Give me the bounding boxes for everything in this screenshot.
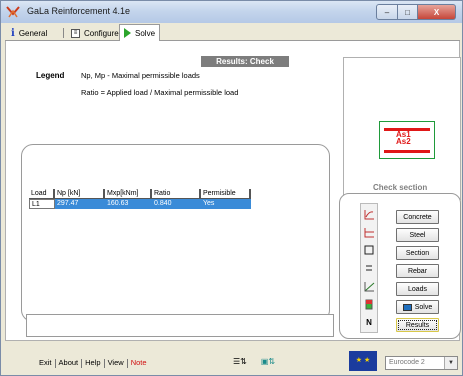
results-header: Results: Check section — [201, 56, 289, 77]
cell-permissible[interactable]: Yes — [201, 199, 251, 209]
legend-line-loads: Np, Mp - Maximal permissible loads — [81, 71, 200, 80]
design-code-value: Eurocode 2 — [389, 359, 425, 366]
title-bar[interactable]: GaLa Reinforcement 4.1e – □ X — [1, 1, 462, 23]
view-link[interactable]: View — [105, 358, 127, 368]
section-icon — [363, 244, 375, 256]
close-button[interactable]: X — [418, 4, 456, 20]
cell-np[interactable]: 297.47 — [55, 199, 105, 209]
chevron-down-icon[interactable]: ▼ — [444, 357, 457, 369]
window-title: GaLa Reinforcement 4.1e — [27, 6, 131, 16]
bottom-bar: Exit About Help View Note ☰⇅ ▣⇅ ★ ★ Euro… — [1, 343, 462, 376]
app-logo-icon — [6, 6, 20, 18]
results-table-panel: Load Np [kN] Mxp[kNm] Ratio Permisible L… — [21, 144, 330, 322]
section-preview: As1 As2 — [343, 57, 461, 200]
info-icon: i — [11, 28, 15, 39]
rebar-icon — [363, 262, 375, 274]
check-section-title: Check section — [373, 183, 428, 192]
design-code-select[interactable]: Eurocode 2 ▼ — [385, 356, 458, 370]
loads-button[interactable]: Loads — [396, 282, 439, 296]
rebar-button[interactable]: Rebar — [396, 264, 439, 278]
column-header-np[interactable]: Np [kN] — [55, 189, 105, 199]
cross-section-outline: As1 As2 — [379, 121, 435, 159]
maximize-button[interactable]: □ — [398, 4, 418, 20]
tab-general[interactable]: i General — [7, 26, 51, 41]
concrete-button[interactable]: Concrete — [396, 210, 439, 224]
list-view-icon[interactable]: ☰⇅ — [233, 357, 247, 366]
results-button[interactable]: Results — [396, 318, 439, 332]
exit-link[interactable]: Exit — [36, 358, 55, 368]
column-header-ratio[interactable]: Ratio — [152, 189, 201, 199]
help-link[interactable]: Help — [82, 358, 103, 368]
steel-icon — [363, 226, 375, 238]
column-header-load[interactable]: Load — [29, 189, 55, 199]
section-button[interactable]: Section — [396, 246, 439, 260]
status-box — [26, 314, 334, 337]
column-header-mxp[interactable]: Mxp[kNm] — [105, 189, 152, 199]
tab-solve[interactable]: Solve — [119, 24, 161, 41]
about-link[interactable]: About — [56, 358, 82, 368]
eu-flag-icon: ★ ★ — [349, 351, 377, 371]
solve-button[interactable]: Solve — [396, 300, 439, 314]
tab-solve-label: Solve — [135, 28, 156, 38]
display-mode-icon[interactable]: ▣⇅ — [261, 357, 275, 366]
cell-load[interactable]: L1 — [29, 199, 55, 209]
window-controls: – □ X — [376, 4, 456, 20]
icon-strip: N — [360, 203, 378, 333]
tab-configure[interactable]: ≡ Configure — [67, 26, 123, 41]
cell-mxp[interactable]: 160.63 — [105, 199, 152, 209]
check-section-panel: N Concrete Steel Section Rebar Loads Sol… — [339, 193, 461, 339]
play-icon — [124, 28, 131, 38]
table-header-row: Load Np [kN] Mxp[kNm] Ratio Permisible — [29, 189, 251, 199]
loads-icon — [363, 280, 375, 292]
status-icons: ☰⇅ ▣⇅ — [233, 357, 275, 366]
bottom-rebar-line — [384, 150, 430, 153]
steel-button[interactable]: Steel — [396, 228, 439, 242]
solve-button-label: Solve — [414, 303, 433, 311]
cell-ratio[interactable]: 0.840 — [152, 199, 201, 209]
table-row[interactable]: L1 297.47 160.63 0.840 Yes — [29, 199, 251, 209]
solve-icon — [363, 298, 375, 310]
tab-configure-label: Configure — [84, 29, 119, 38]
concrete-icon — [363, 208, 375, 220]
minimize-button[interactable]: – — [376, 4, 398, 20]
legend-title: Legend — [36, 71, 65, 80]
legend-line-ratio: Ratio = Applied load / Maximal permissib… — [81, 88, 239, 97]
note-link[interactable]: Note — [128, 358, 150, 368]
as2-label: As2 — [396, 137, 411, 146]
tab-separator — [63, 28, 64, 38]
bottom-menu: Exit About Help View Note — [36, 358, 150, 368]
tab-general-label: General — [18, 29, 48, 38]
main-window: GaLa Reinforcement 4.1e – □ X i General … — [0, 0, 463, 376]
results-table[interactable]: Load Np [kN] Mxp[kNm] Ratio Permisible L… — [29, 189, 251, 209]
solve-button-icon — [402, 303, 412, 311]
configure-icon: ≡ — [71, 29, 80, 38]
n-icon: N — [366, 317, 372, 327]
column-header-permissible[interactable]: Permisible — [201, 189, 251, 199]
tab-bar: i General ≡ Configure Solve — [5, 23, 460, 41]
